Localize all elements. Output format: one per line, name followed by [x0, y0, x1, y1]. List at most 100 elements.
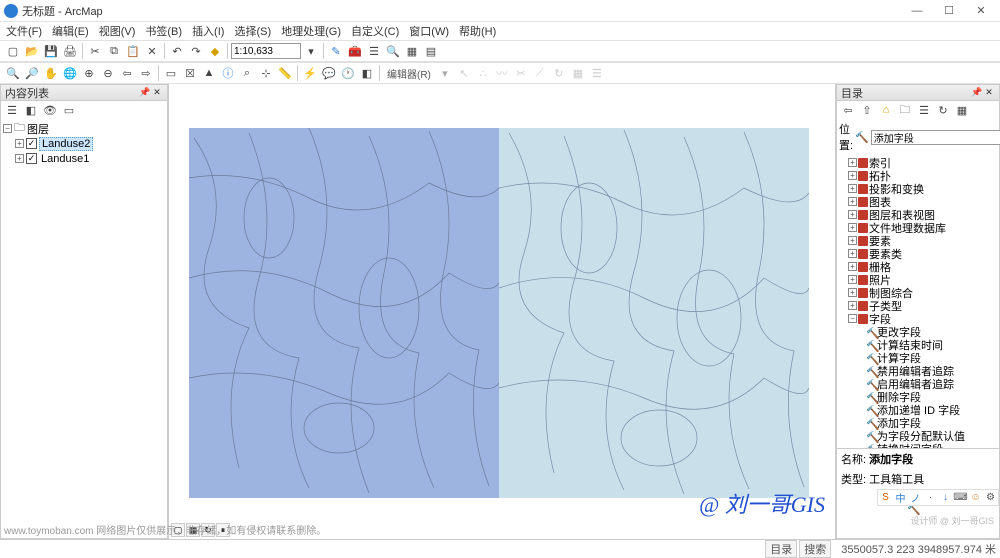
open-button[interactable]: 📂: [23, 42, 41, 60]
identify-button[interactable]: ⓘ: [219, 64, 237, 82]
scale-input[interactable]: [231, 43, 301, 59]
menu-view[interactable]: 视图(V): [99, 23, 136, 39]
fixed-zoom-in-button[interactable]: ⊕: [80, 64, 98, 82]
full-extent-button[interactable]: 🌐: [61, 64, 79, 82]
cut-polygons[interactable]: ✂: [512, 64, 530, 82]
add-data-button[interactable]: ◆: [206, 42, 224, 60]
fixed-zoom-out-button[interactable]: ⊖: [99, 64, 117, 82]
status-tab-catalog[interactable]: 目录: [765, 540, 797, 558]
create-viewer-button[interactable]: ◧: [358, 64, 376, 82]
model-button[interactable]: ▤: [422, 42, 440, 60]
reshape-tool[interactable]: 〰: [493, 64, 511, 82]
options-button[interactable]: ▦: [953, 101, 971, 119]
ime-icon-0[interactable]: S: [879, 491, 892, 504]
paste-button[interactable]: 📋: [124, 42, 142, 60]
cat-expand[interactable]: +: [848, 262, 857, 271]
cut-button[interactable]: ✂: [86, 42, 104, 60]
cat-expand[interactable]: +: [848, 171, 857, 180]
ime-icon-3[interactable]: ·: [924, 491, 937, 504]
save-button[interactable]: 💾: [42, 42, 60, 60]
edit-tool[interactable]: ↖: [455, 64, 473, 82]
map-canvas[interactable]: @ 刘一哥GIS ▢ ▦ ↻ ⏸: [168, 84, 836, 539]
ime-icon-1[interactable]: 中: [894, 491, 907, 504]
home-button[interactable]: ⌂: [877, 101, 895, 119]
refresh-catalog-button[interactable]: ↻: [934, 101, 952, 119]
python-button[interactable]: ▦: [403, 42, 421, 60]
select-features-button[interactable]: ▭: [162, 64, 180, 82]
rotate-tool[interactable]: ↻: [550, 64, 568, 82]
menu-customize[interactable]: 自定义(C): [351, 23, 399, 39]
cat-expand[interactable]: +: [848, 197, 857, 206]
expand-root[interactable]: −: [3, 124, 12, 133]
catalog-close-icon[interactable]: ✕: [983, 87, 995, 99]
cat-expand[interactable]: +: [848, 301, 857, 310]
up-button[interactable]: ⇧: [858, 101, 876, 119]
status-tab-search[interactable]: 搜索: [799, 540, 831, 558]
goto-xy-button[interactable]: ⊹: [257, 64, 275, 82]
expand-layer-1[interactable]: +: [15, 154, 24, 163]
ime-icon-4[interactable]: ↓: [939, 491, 952, 504]
print-button[interactable]: 🖨: [61, 42, 79, 60]
attributes-button[interactable]: ▦: [569, 64, 587, 82]
edit-vertices[interactable]: ∴: [474, 64, 492, 82]
cat-tool-9[interactable]: 转换时间字段: [877, 441, 943, 449]
menu-file[interactable]: 文件(F): [6, 23, 42, 39]
zoom-in-button[interactable]: 🔍: [4, 64, 22, 82]
delete-button[interactable]: ✕: [143, 42, 161, 60]
list-by-draw-order[interactable]: ☰: [3, 101, 21, 119]
list-by-selection[interactable]: ▭: [60, 101, 78, 119]
ime-icon-6[interactable]: ☺: [969, 491, 982, 504]
layer-0-label[interactable]: Landuse2: [39, 137, 93, 151]
cat-expand-fields[interactable]: −: [848, 314, 857, 323]
menu-selection[interactable]: 选择(S): [234, 23, 271, 39]
ime-icon-7[interactable]: ⚙: [984, 491, 997, 504]
cat-expand[interactable]: +: [848, 236, 857, 245]
cat-expand[interactable]: +: [848, 249, 857, 258]
catalog-button[interactable]: ☰: [365, 42, 383, 60]
layer-1-label[interactable]: Landuse1: [39, 153, 91, 165]
cat-expand[interactable]: +: [848, 223, 857, 232]
split-tool[interactable]: ⟋: [531, 64, 549, 82]
connect-folder-button[interactable]: 🗀: [896, 101, 914, 119]
cat-expand[interactable]: +: [848, 288, 857, 297]
cat-expand[interactable]: +: [848, 184, 857, 193]
list-by-visibility[interactable]: 👁: [41, 101, 59, 119]
toolbox-button[interactable]: 🧰: [346, 42, 364, 60]
list-by-source[interactable]: ◧: [22, 101, 40, 119]
prev-extent-button[interactable]: ⇦: [118, 64, 136, 82]
editor-dropdown[interactable]: ▾: [436, 64, 454, 82]
layer-0-checkbox[interactable]: ✓: [26, 138, 37, 149]
time-slider-button[interactable]: 🕐: [339, 64, 357, 82]
menu-edit[interactable]: 编辑(E): [52, 23, 89, 39]
menu-geoprocessing[interactable]: 地理处理(G): [281, 23, 341, 39]
zoom-out-button[interactable]: 🔎: [23, 64, 41, 82]
toc-pin-icon[interactable]: 📌: [139, 87, 151, 99]
back-button[interactable]: ⇦: [839, 101, 857, 119]
cat-expand[interactable]: +: [848, 158, 857, 167]
catalog-pin-icon[interactable]: 📌: [971, 87, 983, 99]
location-input[interactable]: [871, 130, 1000, 145]
menu-window[interactable]: 窗口(W): [409, 23, 449, 39]
minimize-button[interactable]: —: [902, 2, 932, 20]
clear-selection-button[interactable]: ☒: [181, 64, 199, 82]
next-extent-button[interactable]: ⇨: [137, 64, 155, 82]
toggle-tree-button[interactable]: ☰: [915, 101, 933, 119]
expand-layer-0[interactable]: +: [15, 139, 24, 148]
menu-bookmark[interactable]: 书签(B): [145, 23, 182, 39]
new-button[interactable]: ▢: [4, 42, 22, 60]
find-button[interactable]: ⌕: [238, 64, 256, 82]
search-button[interactable]: 🔍: [384, 42, 402, 60]
toc-close-icon[interactable]: ✕: [151, 87, 163, 99]
cat-expand[interactable]: +: [848, 210, 857, 219]
measure-button[interactable]: 📏: [276, 64, 294, 82]
select-elements-button[interactable]: ▲: [200, 64, 218, 82]
scale-dropdown[interactable]: ▾: [302, 42, 320, 60]
menu-help[interactable]: 帮助(H): [459, 23, 496, 39]
cat-expand[interactable]: +: [848, 275, 857, 284]
ime-icon-2[interactable]: ノ: [909, 491, 922, 504]
editor-label[interactable]: 编辑器(R): [387, 66, 431, 81]
copy-button[interactable]: ⧉: [105, 42, 123, 60]
ime-icon-5[interactable]: ⌨: [954, 491, 967, 504]
hyperlink-button[interactable]: ⚡: [301, 64, 319, 82]
html-popup-button[interactable]: 💬: [320, 64, 338, 82]
